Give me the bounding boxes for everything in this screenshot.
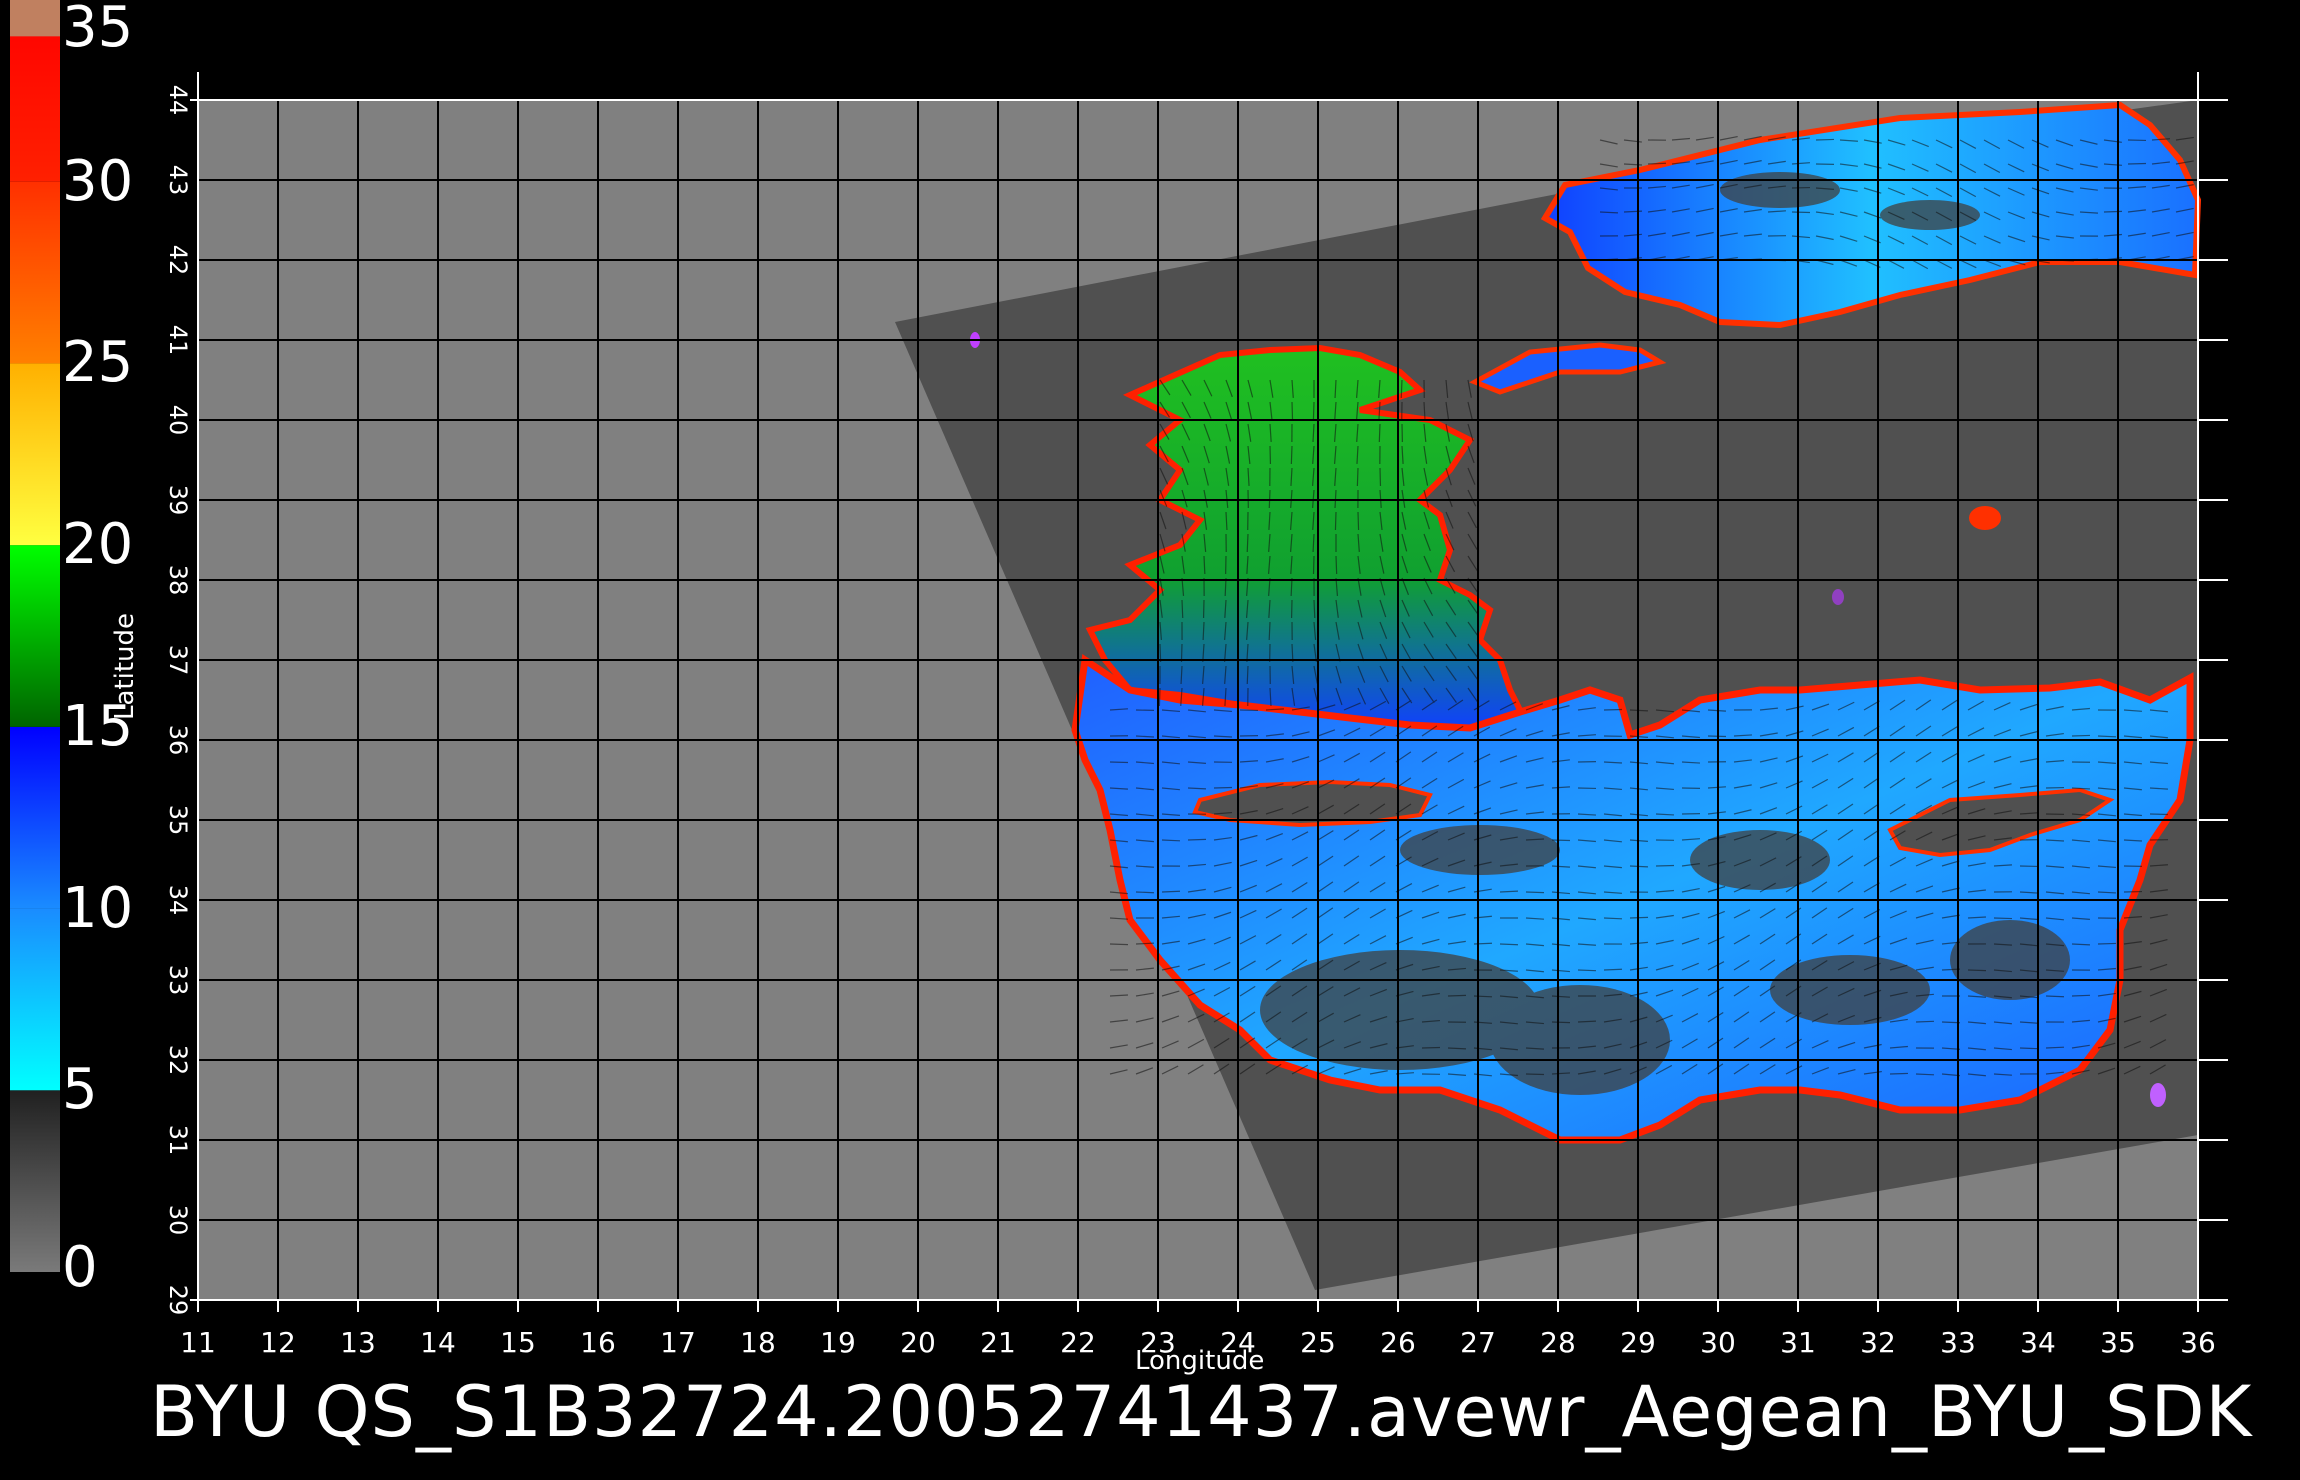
color-scale-segment-0-5 bbox=[10, 1090, 60, 1272]
y-tick-labels: 29 30 31 32 33 34 35 36 37 38 39 40 41 42 43 44 bbox=[164, 85, 192, 1316]
x-tick-label-12: 12 bbox=[260, 1326, 296, 1359]
color-scale-label-0: 0 bbox=[62, 1235, 98, 1300]
x-tick-label-30: 30 bbox=[1700, 1326, 1736, 1359]
x-tick-label-32: 32 bbox=[1860, 1326, 1896, 1359]
x-tick-label-20: 20 bbox=[900, 1326, 936, 1359]
color-scale-bar bbox=[10, 0, 60, 1272]
color-scale-label-10: 10 bbox=[62, 875, 134, 941]
x-tick-label-26: 26 bbox=[1380, 1326, 1416, 1359]
color-scale-label-30: 30 bbox=[62, 148, 134, 214]
y-tick-label-31: 31 bbox=[164, 1125, 192, 1156]
x-tick-label-34: 34 bbox=[2020, 1326, 2056, 1359]
x-tick-label-13: 13 bbox=[340, 1326, 376, 1359]
color-scale-label-35: 35 bbox=[62, 0, 134, 60]
x-tick-label-17: 17 bbox=[660, 1326, 696, 1359]
y-tick-label-34: 34 bbox=[164, 885, 192, 916]
color-scale-label-20: 20 bbox=[62, 512, 134, 578]
x-tick-label-36: 36 bbox=[2180, 1326, 2216, 1359]
wind-speed-map: 11 12 13 14 15 16 17 18 19 20 21 22 23 24 25 26 27 28 29 30… bbox=[164, 72, 2228, 1359]
x-tick-label-19: 19 bbox=[820, 1326, 856, 1359]
x-tick-label-16: 16 bbox=[580, 1326, 616, 1359]
y-axis-label: Latitude bbox=[110, 612, 140, 720]
color-scale-segment-20-25 bbox=[10, 363, 60, 546]
x-tick-label-27: 27 bbox=[1460, 1326, 1496, 1359]
x-tick-label-18: 18 bbox=[740, 1326, 776, 1359]
color-scale-label-5: 5 bbox=[62, 1057, 98, 1123]
x-tick-label-29: 29 bbox=[1620, 1326, 1656, 1359]
y-tick-label-30: 30 bbox=[164, 1205, 192, 1236]
x-tick-label-28: 28 bbox=[1540, 1326, 1576, 1359]
y-tick-label-35: 35 bbox=[164, 805, 192, 836]
y-tick-label-37: 37 bbox=[164, 645, 192, 676]
x-tick-label-21: 21 bbox=[980, 1326, 1016, 1359]
y-tick-label-44: 44 bbox=[164, 85, 192, 116]
y-tick-label-29: 29 bbox=[164, 1285, 192, 1316]
y-tick-label-36: 36 bbox=[164, 725, 192, 756]
y-tick-label-32: 32 bbox=[164, 1045, 192, 1076]
y-tick-label-33: 33 bbox=[164, 965, 192, 996]
x-tick-label-25: 25 bbox=[1300, 1326, 1336, 1359]
x-tick-label-22: 22 bbox=[1060, 1326, 1096, 1359]
y-tick-label-43: 43 bbox=[164, 165, 192, 196]
color-scale-segment-15-20 bbox=[10, 545, 60, 727]
x-tick-label-11: 11 bbox=[180, 1326, 216, 1359]
x-tick-label-31: 31 bbox=[1780, 1326, 1816, 1359]
color-scale-segment-25-30 bbox=[10, 181, 60, 364]
x-tick-label-33: 33 bbox=[1940, 1326, 1976, 1359]
x-tick-label-15: 15 bbox=[500, 1326, 536, 1359]
y-tick-label-38: 38 bbox=[164, 565, 192, 596]
map-title: BYU QS_S1B32724.20052741437.avewr_Aegean… bbox=[150, 1371, 2253, 1453]
y-tick-label-42: 42 bbox=[164, 245, 192, 276]
color-scale-segment-10-15 bbox=[10, 726, 60, 909]
color-scale-segment-34-35 bbox=[10, 0, 60, 37]
y-tick-label-39: 39 bbox=[164, 485, 192, 516]
x-tick-label-14: 14 bbox=[420, 1326, 456, 1359]
y-tick-label-40: 40 bbox=[164, 405, 192, 436]
x-tick-label-35: 35 bbox=[2100, 1326, 2136, 1359]
color-scale-segment-5-10 bbox=[10, 908, 60, 1091]
y-tick-label-41: 41 bbox=[164, 325, 192, 356]
color-scale-label-25: 25 bbox=[62, 330, 134, 396]
